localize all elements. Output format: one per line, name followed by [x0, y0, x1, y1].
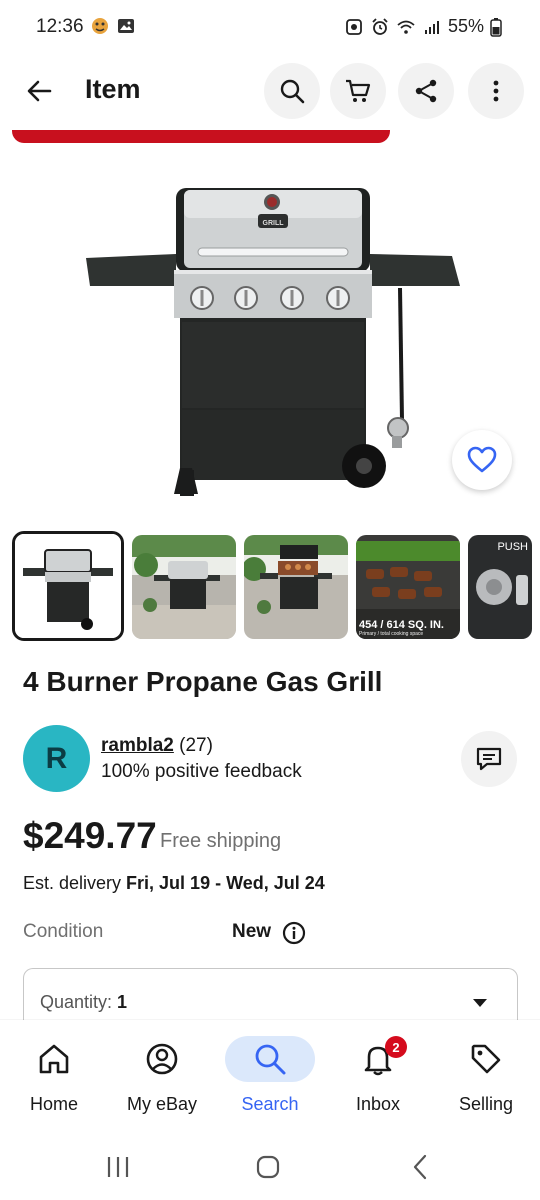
dnd-icon	[346, 18, 362, 35]
thumbnail-2[interactable]	[132, 535, 236, 639]
status-time: 12:36	[36, 16, 84, 37]
alarm-icon	[372, 17, 388, 35]
status-right-area: 55%	[344, 16, 502, 37]
chevron-left-icon	[413, 1154, 427, 1180]
more-icon	[493, 80, 499, 102]
inbox-badge: 2	[385, 1036, 407, 1058]
thumbnail-strip: 454 / 614 SQ. IN. Primary / total cookin…	[12, 531, 540, 641]
seller-avatar[interactable]: R	[23, 725, 90, 792]
home-system-button[interactable]	[248, 1152, 288, 1182]
contact-seller-button[interactable]	[461, 731, 517, 787]
search-button[interactable]	[264, 63, 320, 119]
more-button[interactable]	[468, 63, 524, 119]
thumbnail-4[interactable]: 454 / 614 SQ. IN. Primary / total cookin…	[356, 535, 460, 639]
recent-apps-button[interactable]	[98, 1152, 138, 1182]
item-title: 4 Burner Propane Gas Grill	[23, 666, 383, 697]
condition-label: Condition	[23, 921, 104, 942]
quantity-label: Quantity:	[40, 992, 118, 1012]
page-title: Item	[85, 74, 141, 104]
nav-inbox-icon-wrap: 2	[333, 1036, 423, 1082]
seller-name-row: rambla2 (27)	[101, 735, 213, 757]
thumbnail-caption: 454 / 614 SQ. IN.	[359, 619, 444, 631]
system-back-button[interactable]	[400, 1152, 440, 1182]
nav-my-ebay-label: My eBay	[126, 1094, 198, 1114]
nav-inbox[interactable]: 2 Inbox	[328, 1036, 428, 1126]
nav-home-label: Home	[29, 1094, 78, 1114]
item-price: $249.77	[23, 815, 157, 856]
share-icon	[415, 79, 437, 103]
thumbnail-subcaption: Primary / total cooking space	[359, 631, 424, 637]
tag-icon	[471, 1044, 501, 1074]
bottom-navigation: Home My eBay Search 2 Inbox Selling	[0, 1020, 540, 1132]
thumbnail-5[interactable]: PUSH	[468, 535, 532, 639]
recent-apps-icon	[107, 1157, 129, 1177]
condition-value: New	[232, 921, 272, 942]
delivery-prefix: Est. delivery	[23, 873, 127, 893]
heart-icon	[467, 446, 497, 473]
seller-name-link[interactable]: rambla2	[101, 735, 174, 756]
gallery-icon	[118, 19, 134, 33]
nav-selling-label: Selling	[458, 1094, 514, 1114]
battery-icon	[490, 17, 502, 37]
quantity-value: 1	[117, 992, 128, 1012]
home-icon	[39, 1044, 69, 1074]
thumbnail-open-lid-image	[244, 535, 348, 639]
nav-my-ebay[interactable]: My eBay	[112, 1036, 212, 1126]
thumbnail-grill-image	[15, 534, 121, 638]
search-icon	[280, 79, 305, 104]
nav-selling[interactable]: Selling	[436, 1036, 536, 1126]
thumbnail-3[interactable]	[244, 535, 348, 639]
quantity-label-row: Quantity: 1	[40, 992, 127, 1013]
nav-inbox-label: Inbox	[355, 1094, 401, 1114]
info-icon[interactable]	[282, 921, 306, 945]
watch-button[interactable]	[452, 430, 512, 490]
nav-home[interactable]: Home	[4, 1036, 104, 1126]
thumbnail-1[interactable]	[12, 531, 124, 641]
product-hero-image[interactable]: GRILL	[0, 122, 540, 522]
thumbnail-push-label: PUSH	[497, 541, 528, 553]
cart-button[interactable]	[330, 63, 386, 119]
nav-search-icon-wrap	[225, 1036, 315, 1082]
shipping-info: Free shipping	[160, 830, 282, 852]
nav-my-ebay-icon-wrap	[117, 1036, 207, 1082]
search-icon	[255, 1044, 286, 1075]
share-button[interactable]	[398, 63, 454, 119]
message-icon	[476, 747, 502, 771]
nav-home-icon-wrap	[9, 1036, 99, 1082]
status-notification-icons	[90, 16, 136, 36]
grill-badge-text: GRILL	[263, 220, 285, 227]
banner-strip	[12, 130, 390, 143]
cart-icon	[346, 79, 371, 102]
back-button[interactable]	[16, 68, 62, 114]
grill-image: GRILL	[86, 188, 460, 496]
app-header: Item	[0, 60, 540, 122]
home-circle-icon	[256, 1155, 280, 1179]
system-navigation-bar	[0, 1132, 540, 1200]
signal-icon	[424, 20, 439, 34]
seller-feedback: 100% positive feedback	[101, 761, 302, 782]
user-icon	[146, 1043, 178, 1075]
nav-selling-icon-wrap	[441, 1036, 531, 1082]
back-arrow-icon	[27, 80, 52, 102]
thumbnail-patio-image	[132, 535, 236, 639]
battery-percent: 55%	[447, 16, 484, 36]
nav-search-label: Search	[241, 1094, 299, 1114]
app-notification-icon	[92, 18, 108, 34]
seller-rating-count: (27)	[179, 735, 213, 756]
chevron-down-icon	[473, 999, 487, 1007]
nav-search[interactable]: Search	[220, 1036, 320, 1126]
estimated-delivery: Est. delivery Fri, Jul 19 - Wed, Jul 24	[23, 873, 325, 894]
status-bar: 12:36 55%	[0, 0, 540, 56]
delivery-range: Fri, Jul 19 - Wed, Jul 24	[126, 873, 325, 893]
wifi-icon	[397, 20, 415, 34]
